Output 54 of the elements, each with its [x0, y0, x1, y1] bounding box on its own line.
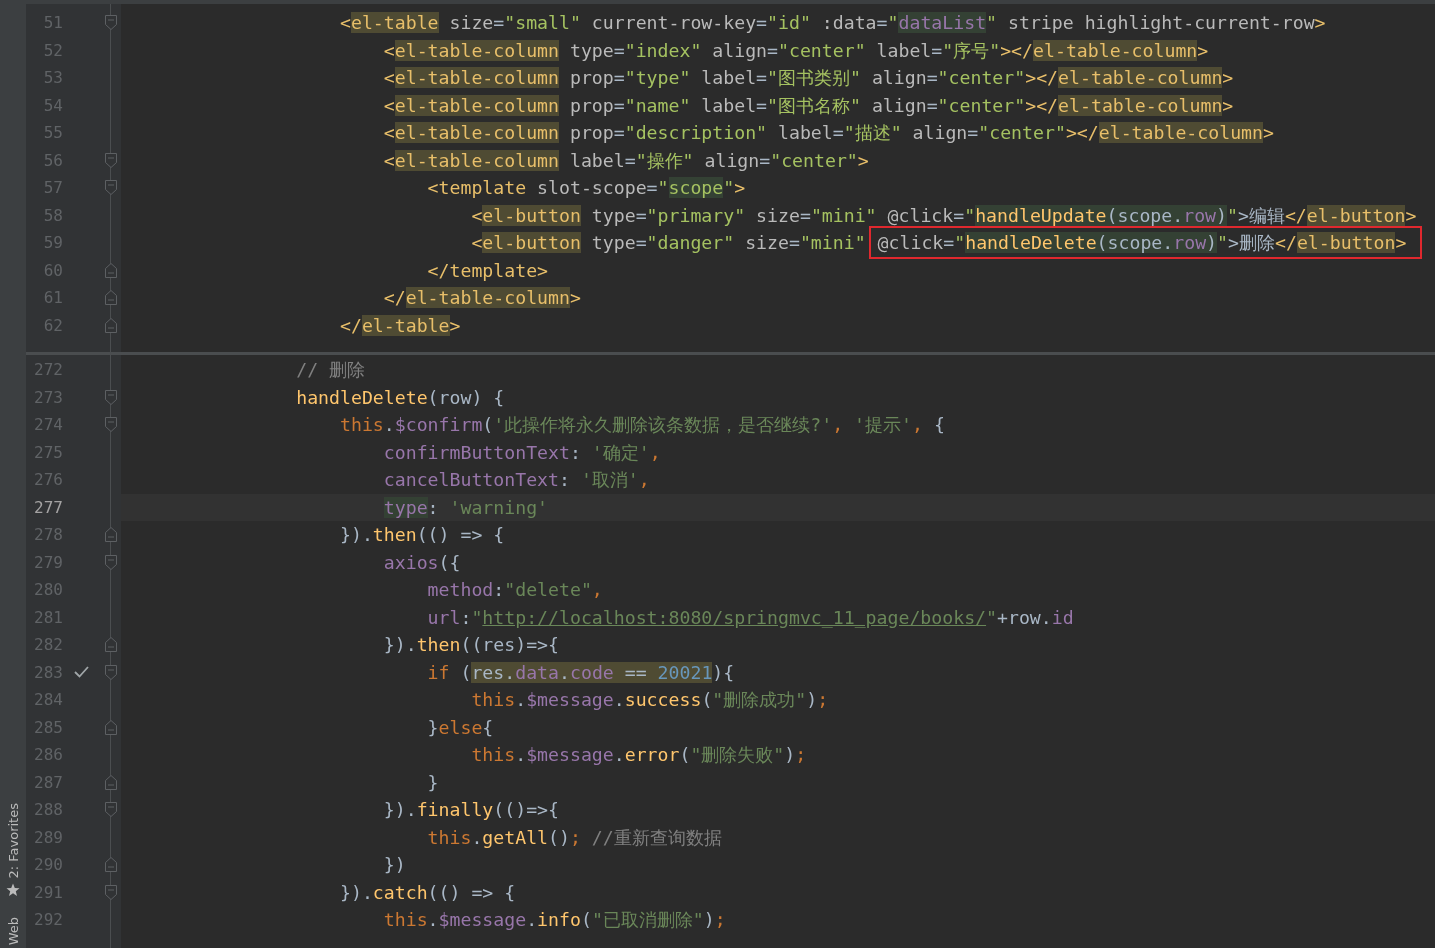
code-line: <el-table-column prop="name" label="图书名称" align="center"></el-table-column>: [383, 93, 1234, 118]
fold-icon[interactable]: [105, 802, 117, 818]
tool-window-tab[interactable]: Web: [5, 916, 21, 945]
code-line: <el-button type="primary" size="mini" @click="handleUpdate(scope.row)">编辑</el-button>: [471, 203, 1417, 228]
code-line: <el-table size="small" current-row-key="id" :data="dataList" stripe highlight-current-row>: [340, 12, 1326, 34]
code-line: handleDelete(row) {: [296, 386, 505, 408]
code-line: axios({: [383, 551, 461, 573]
code-line: this.$message.success("删除成功");: [471, 688, 829, 713]
unfold-icon[interactable]: [105, 290, 117, 306]
code-line: <el-table-column type="index" align="center" label="序号"></el-table-column>: [383, 38, 1209, 63]
code-line: <el-button type="danger" size="mini" @click="handleDelete(scope.row)">删除</el-button>: [471, 226, 1423, 260]
code-line: </el-table-column>: [383, 287, 581, 309]
unfold-icon[interactable]: [105, 527, 117, 543]
code-line: }: [427, 771, 439, 793]
unfold-icon[interactable]: [105, 719, 117, 735]
code-line: this.$confirm('此操作将永久删除该条数据，是否继续?', '提示', {: [340, 413, 945, 438]
tool-window-tab[interactable]: 2: Favorites: [5, 803, 21, 897]
fold-icon[interactable]: [105, 389, 117, 405]
fold-icon[interactable]: [105, 152, 117, 168]
code-line: }): [383, 854, 406, 876]
code-line: this.$message.info("已取消删除");: [383, 908, 726, 933]
code-line: }).finally(()=>{: [383, 799, 559, 821]
unfold-icon[interactable]: [105, 774, 117, 790]
fold-icon[interactable]: [105, 180, 117, 196]
code-line: <el-table-column prop="description" label="描述" align="center"></el-table-column>: [383, 121, 1274, 146]
code-line: <el-table-column prop="type" label="图书类别" align="center"></el-table-column>: [383, 66, 1234, 91]
fold-icon[interactable]: [105, 554, 117, 570]
fold-icon[interactable]: [105, 664, 117, 680]
code-line: }).then(() => {: [340, 524, 505, 546]
fold-icon[interactable]: [105, 884, 117, 900]
code-line: this.getAll(); //重新查询数据: [427, 825, 722, 850]
star-icon: [6, 882, 20, 897]
code-line: cancelButtonText: '取消',: [383, 468, 650, 493]
code-line: <template slot-scope="scope">: [427, 177, 746, 199]
code-line: confirmButtonText: '确定',: [383, 440, 661, 465]
unfold-icon[interactable]: [105, 317, 117, 333]
code-line: }else{: [427, 716, 494, 738]
unfold-icon[interactable]: [105, 262, 117, 278]
code-line: if (res.data.code == 20021){: [427, 661, 735, 683]
code-line: </template>: [427, 259, 549, 281]
unfold-icon[interactable]: [105, 857, 117, 873]
fold-icon[interactable]: [105, 15, 117, 31]
code-line: this.$message.error("删除失败");: [471, 743, 807, 768]
code-line: </el-table>: [340, 314, 461, 336]
code-line: type: 'warning': [383, 496, 549, 518]
code-line: method:"delete",: [427, 579, 603, 601]
code-line: url:"http://localhost:8080/springmvc_11_page/books/"+row.id: [427, 606, 1074, 628]
code-line: }).catch(() => {: [340, 881, 516, 903]
code-line: // 删除: [296, 358, 366, 383]
unfold-icon[interactable]: [105, 637, 117, 653]
fold-icon[interactable]: [105, 417, 117, 433]
code-line: <el-table-column label="操作" align="center">: [383, 148, 869, 173]
line-number: 277: [33, 497, 63, 517]
code-line: }).then((res)=>{: [383, 634, 559, 656]
